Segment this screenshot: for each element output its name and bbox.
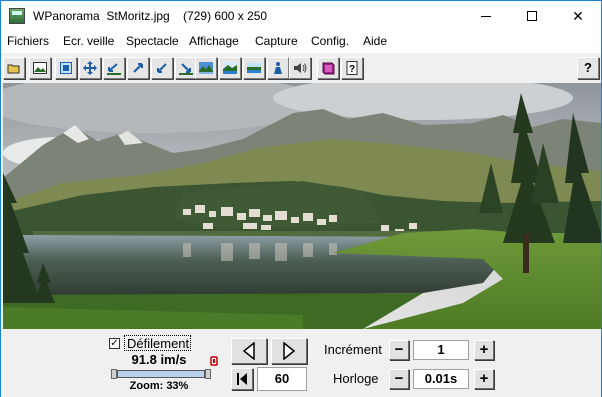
landscape-icon[interactable] (29, 57, 51, 79)
menu-bar: Fichiers Ecr. veille Spectacle Affichage… (1, 31, 601, 52)
book-icon[interactable] (317, 57, 339, 79)
skip-to-start-icon (237, 373, 247, 385)
zoom-slider-track[interactable] (117, 370, 205, 378)
menu-config[interactable]: Config. (311, 34, 349, 48)
help-doc-icon[interactable]: ? (341, 57, 363, 79)
scroll-right-button[interactable] (271, 338, 307, 364)
triangle-left-icon (242, 341, 255, 361)
scroll-left-button[interactable] (231, 338, 267, 364)
panorama-image[interactable] (3, 83, 601, 329)
maximize-icon (527, 11, 537, 21)
app-logo-icon (9, 8, 25, 24)
clock-value[interactable]: 0.01s (413, 369, 469, 389)
svg-text:?: ? (349, 64, 355, 75)
speed-reset-icon[interactable] (209, 356, 219, 366)
zoom-slider-left-handle[interactable] (111, 369, 117, 379)
plus-icon: + (479, 370, 489, 387)
clock-plus-button[interactable]: + (474, 369, 494, 389)
menu-fichiers[interactable]: Fichiers (7, 34, 49, 48)
maximize-button[interactable] (509, 1, 555, 31)
open-folder-icon[interactable] (3, 57, 25, 79)
help-glyph: ? (584, 60, 592, 75)
increment-value[interactable]: 1 (413, 340, 469, 360)
panorama-mountains-icon[interactable] (195, 57, 217, 79)
triangle-right-icon (283, 341, 296, 361)
check-icon: ✓ (110, 338, 119, 349)
arrow-right-up-icon[interactable] (127, 57, 149, 79)
increment-plus-button[interactable]: + (474, 340, 494, 360)
speed-readout: 91.8 im/s (131, 352, 187, 367)
arrow-right-down-icon[interactable] (175, 57, 197, 79)
plus-icon: + (479, 341, 489, 358)
menu-ecran-veille[interactable]: Ecr. veille (63, 34, 114, 48)
scroll-checkbox[interactable]: ✓ (109, 338, 120, 349)
clock-label: Horloge (333, 371, 379, 386)
minus-icon: − (394, 341, 404, 358)
clock-minus-button[interactable]: − (389, 369, 409, 389)
scroll-label[interactable]: Défilement (124, 335, 191, 351)
menu-affichage[interactable]: Affichage (189, 34, 239, 48)
zoom-readout: Zoom: 33% (129, 380, 189, 392)
close-button[interactable]: ✕ (555, 1, 601, 31)
menu-aide[interactable]: Aide (363, 34, 387, 48)
help-icon[interactable]: ? (577, 57, 599, 79)
close-icon: ✕ (572, 8, 584, 24)
panorama-sea-icon[interactable] (219, 57, 241, 79)
window-title: WPanorama StMoritz.jpg (729) 600 x 250 (33, 9, 268, 23)
menu-spectacle[interactable]: Spectacle (126, 34, 179, 48)
increment-label: Incrément (324, 342, 382, 357)
menu-capture[interactable]: Capture (255, 34, 298, 48)
toolbar: ? ? (1, 52, 601, 82)
minus-icon: − (394, 370, 404, 387)
increment-minus-button[interactable]: − (389, 340, 409, 360)
minimize-icon (481, 16, 491, 17)
zoom-slider[interactable] (111, 369, 211, 379)
move-icon[interactable] (79, 57, 101, 79)
title-bar: WPanorama StMoritz.jpg (729) 600 x 250 ✕ (1, 1, 601, 31)
zoom-slider-right-handle[interactable] (205, 369, 211, 379)
go-first-button[interactable] (231, 368, 253, 390)
frame-counter[interactable]: 60 (257, 367, 307, 391)
arrow-left-up-icon[interactable] (103, 57, 125, 79)
person-icon[interactable] (267, 57, 289, 79)
arrow-left-down-icon[interactable] (151, 57, 173, 79)
app-window: WPanorama StMoritz.jpg (729) 600 x 250 ✕… (0, 0, 602, 397)
speaker-icon[interactable] (289, 57, 311, 79)
panorama-flat-icon[interactable] (243, 57, 265, 79)
minimize-button[interactable] (463, 1, 509, 31)
fit-window-icon[interactable] (55, 57, 77, 79)
